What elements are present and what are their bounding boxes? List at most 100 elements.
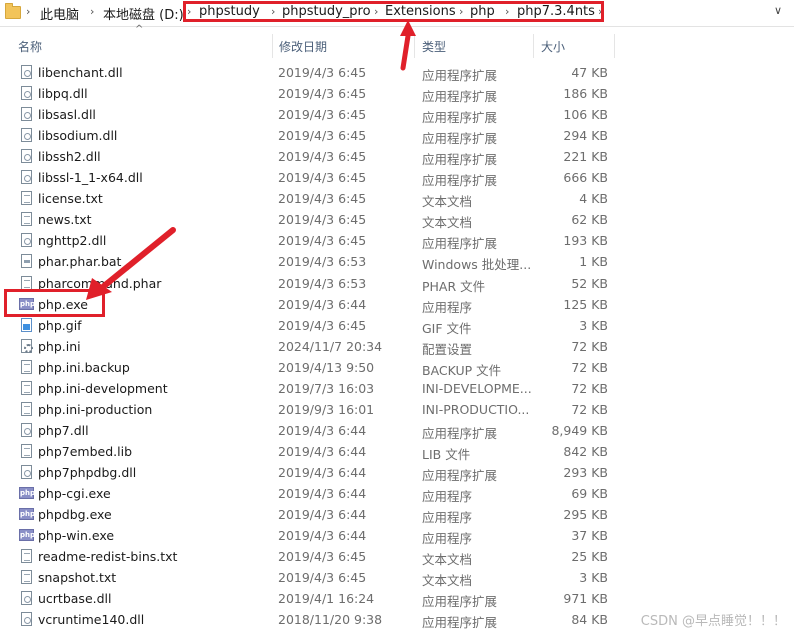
file-type: 文本文档: [422, 552, 473, 568]
file-name: phpdbg.exe: [38, 507, 112, 523]
file-row[interactable]: php php-cgi.exe 2019/4/3 6:44 应用程序 69 KB: [0, 483, 620, 504]
file-date: 2019/4/3 6:44: [278, 507, 367, 523]
file-size: 25 KB: [571, 549, 608, 565]
file-row[interactable]: libssl-1_1-x64.dll 2019/4/3 6:45 应用程序扩展 666…: [0, 167, 620, 188]
file-date: 2019/4/3 6:53: [278, 254, 367, 270]
column-divider[interactable]: [614, 34, 615, 58]
file-size: 47 KB: [571, 65, 608, 80]
file-date: 2019/4/3 6:45: [278, 549, 367, 565]
column-date[interactable]: 修改日期: [279, 38, 327, 55]
file-row[interactable]: php.ini.backup 2019/4/13 9:50 BACKUP 文件 72 …: [0, 357, 620, 378]
file-row[interactable]: libsodium.dll 2019/4/3 6:45 应用程序扩展 294 KB: [0, 125, 620, 146]
file-type: 文本文档: [422, 215, 473, 231]
file-row[interactable]: readme-redist-bins.txt 2019/4/3 6:45 文本文档 2…: [0, 546, 620, 567]
file-size: 1 KB: [579, 254, 608, 270]
file-size: 842 KB: [563, 443, 608, 459]
file-row[interactable]: nghttp2.dll 2019/4/3 6:45 应用程序扩展 193 KB: [0, 230, 620, 251]
file-size: 295 KB: [563, 507, 608, 523]
file-row[interactable]: snapshot.txt 2019/4/3 6:45 文本文档 3 KB: [0, 567, 620, 588]
file-size: 193 KB: [563, 233, 608, 249]
file-row[interactable]: php.ini 2024/11/7 20:34 配置设置 72 KB: [0, 336, 620, 357]
file-date: 2019/4/3 6:44: [278, 464, 367, 480]
file-size: 4 KB: [579, 191, 608, 207]
file-type: 应用程序扩展: [422, 68, 498, 83]
text-file-icon: [21, 212, 32, 227]
file-type: 应用程序扩展: [422, 131, 498, 147]
file-row[interactable]: libssh2.dll 2019/4/3 6:45 应用程序扩展 221 KB: [0, 146, 620, 167]
file-row[interactable]: php php-win.exe 2019/4/3 6:44 应用程序 37 KB: [0, 525, 620, 546]
file-row[interactable]: news.txt 2019/4/3 6:45 文本文档 62 KB: [0, 209, 620, 230]
column-divider[interactable]: [533, 34, 534, 58]
file-type: 应用程序: [422, 510, 473, 526]
breadcrumb-this-pc[interactable]: 此电脑: [40, 4, 79, 23]
file-name: php.ini-development: [38, 380, 168, 396]
file-date: 2019/4/3 6:45: [278, 65, 367, 80]
file-row[interactable]: libenchant.dll 2019/4/3 6:45 应用程序扩展 47 KB: [0, 62, 620, 83]
dll-file-icon: [21, 149, 32, 164]
file-date: 2019/4/3 6:45: [278, 128, 367, 144]
file-size: 125 KB: [563, 296, 608, 312]
breadcrumb-drive-d[interactable]: 本地磁盘 (D:): [103, 4, 184, 23]
file-row[interactable]: license.txt 2019/4/3 6:45 文本文档 4 KB: [0, 188, 620, 209]
file-row[interactable]: ucrtbase.dll 2019/4/1 16:24 应用程序扩展 971 KB: [0, 588, 620, 609]
file-date: 2024/11/7 20:34: [278, 338, 383, 354]
address-bar[interactable]: › 此电脑 › 本地磁盘 (D:) › phpstudy › phpstudy_…: [0, 0, 794, 27]
column-divider[interactable]: [272, 34, 273, 58]
text-file-icon: [21, 359, 32, 374]
file-date: 2019/4/3 6:44: [278, 296, 367, 312]
file-type: 配置设置: [422, 341, 473, 357]
file-row[interactable]: php7embed.lib 2019/4/3 6:44 LIB 文件 842 KB: [0, 441, 620, 462]
file-row[interactable]: libpq.dll 2019/4/3 6:45 应用程序扩展 186 KB: [0, 83, 620, 104]
chevron-right-icon[interactable]: ›: [26, 5, 30, 18]
chevron-right-icon[interactable]: ›: [90, 5, 94, 18]
path-highlight-box: [183, 1, 604, 22]
chevron-down-icon[interactable]: [774, 4, 782, 17]
file-size: 37 KB: [571, 528, 608, 544]
file-row[interactable]: php7phpdbg.dll 2019/4/3 6:44 应用程序扩展 293 KB: [0, 462, 620, 483]
file-date: 2019/4/3 6:53: [278, 275, 367, 291]
file-row[interactable]: php phpdbg.exe 2019/4/3 6:44 应用程序 295 KB: [0, 504, 620, 525]
file-row[interactable]: php7.dll 2019/4/3 6:44 应用程序扩展 8,949 KB: [0, 420, 620, 441]
file-row[interactable]: php.ini-production 2019/9/3 16:01 INI-PROD…: [0, 399, 620, 420]
file-name: php.ini: [38, 338, 81, 354]
image-file-icon: [21, 317, 32, 332]
file-type: Windows 批处理...: [422, 257, 532, 273]
php-exe-icon: php: [19, 487, 36, 499]
file-type: INI-DEVELOPME...: [422, 380, 532, 396]
column-name[interactable]: 名称: [18, 38, 42, 55]
file-date: 2018/11/20 9:38: [278, 612, 383, 628]
column-size[interactable]: 大小: [541, 38, 565, 55]
file-size: 294 KB: [563, 128, 608, 144]
file-type: LIB 文件: [422, 446, 471, 462]
text-file-icon: [21, 191, 32, 206]
php-exe-icon: php: [19, 508, 36, 521]
text-file-icon: [21, 401, 32, 416]
file-size: 971 KB: [563, 591, 608, 607]
file-date: 2019/4/3 6:45: [278, 212, 367, 228]
file-row[interactable]: php.ini-development 2019/7/3 16:03 INI-DEV…: [0, 378, 620, 399]
file-row[interactable]: php.gif 2019/4/3 6:45 GIF 文件 3 KB: [0, 315, 620, 336]
file-name: libssl-1_1-x64.dll: [38, 170, 143, 186]
file-size: 3 KB: [579, 570, 608, 586]
file-row[interactable]: vcruntime140.dll 2018/11/20 9:38 应用程序扩展 84 …: [0, 609, 620, 630]
file-size: 3 KB: [579, 317, 608, 333]
column-divider[interactable]: [414, 34, 415, 58]
file-name: php7phpdbg.dll: [38, 464, 137, 480]
file-row[interactable]: phar.phar.bat 2019/4/3 6:53 Windows 批处理...…: [0, 251, 620, 272]
file-date: 2019/4/3 6:45: [278, 170, 367, 186]
file-size: 8,949 KB: [551, 422, 608, 438]
file-name: license.txt: [38, 191, 103, 207]
file-type: 应用程序扩展: [422, 425, 498, 441]
column-type[interactable]: 类型: [422, 38, 446, 55]
file-row[interactable]: libsasl.dll 2019/4/3 6:45 应用程序扩展 106 KB: [0, 104, 620, 125]
file-type: 应用程序扩展: [422, 173, 498, 189]
file-name: vcruntime140.dll: [38, 612, 145, 628]
file-name: php-win.exe: [38, 528, 115, 544]
file-date: 2019/4/3 6:45: [278, 191, 367, 207]
file-name: news.txt: [38, 212, 92, 228]
batch-file-icon: [21, 254, 32, 269]
dll-file-icon: [21, 422, 32, 437]
file-date: 2019/4/13 9:50: [278, 359, 375, 375]
dll-file-icon: [21, 612, 32, 627]
file-name: snapshot.txt: [38, 570, 117, 586]
